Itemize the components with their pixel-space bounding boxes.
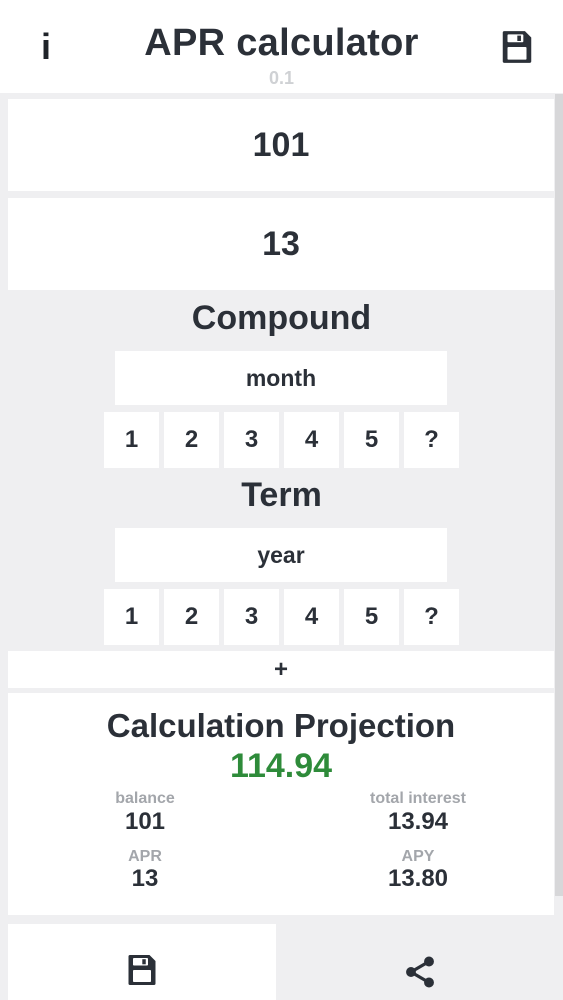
term-title: Term (241, 476, 322, 514)
apy-value: 13.80 (387, 865, 449, 892)
compound-period-select[interactable]: month (115, 351, 447, 405)
save-icon[interactable] (498, 28, 536, 66)
share-icon (402, 954, 438, 990)
projection-card: Calculation Projection 114.94 balance 10… (8, 693, 554, 915)
compound-chip-2[interactable]: 2 (164, 412, 219, 468)
bottom-action-bar (0, 924, 563, 1000)
term-chip-5[interactable]: 5 (344, 589, 399, 645)
term-chip-3[interactable]: 3 (224, 589, 279, 645)
precision-hint: 0.1 (268, 68, 295, 88)
compound-chip-3[interactable]: 3 (224, 412, 279, 468)
term-chip-row: 1 2 3 4 5 ? (104, 589, 460, 645)
balance-value: 101 (124, 808, 166, 835)
apr-label: APR (128, 848, 162, 865)
total-interest-label: total interest (369, 790, 466, 807)
term-chip-help[interactable]: ? (404, 589, 459, 645)
rate-input[interactable]: 13 (8, 198, 554, 290)
term-chip-1[interactable]: 1 (104, 589, 159, 645)
apy-label: APY (401, 848, 435, 865)
page-title: APR calculator (144, 22, 419, 64)
compound-chip-help[interactable]: ? (404, 412, 459, 468)
total-interest-value: 13.94 (387, 808, 449, 835)
save-button[interactable] (8, 924, 276, 1000)
term-chip-2[interactable]: 2 (164, 589, 219, 645)
header-bar: i APR calculator 0.1 (0, 0, 563, 93)
projection-total: 114.94 (229, 747, 333, 785)
share-button[interactable] (276, 924, 563, 1000)
compound-chip-5[interactable]: 5 (344, 412, 399, 468)
apr-value: 13 (131, 865, 159, 892)
projection-title: Calculation Projection (106, 707, 456, 744)
balance-label: balance (115, 790, 175, 807)
save-icon (124, 952, 160, 988)
compound-title: Compound (191, 299, 372, 337)
term-period-select[interactable]: year (115, 528, 447, 582)
compound-chip-row: 1 2 3 4 5 ? (104, 412, 460, 468)
term-chip-4[interactable]: 4 (284, 589, 339, 645)
add-button[interactable]: + (8, 651, 554, 688)
principal-input[interactable]: 101 (8, 99, 554, 191)
compound-chip-4[interactable]: 4 (284, 412, 339, 468)
compound-chip-1[interactable]: 1 (104, 412, 159, 468)
